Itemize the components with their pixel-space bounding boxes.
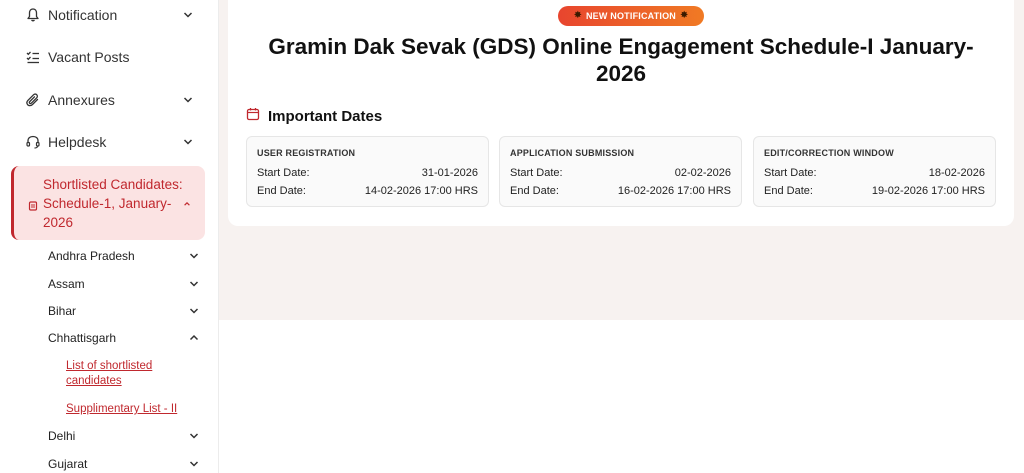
sidebar-item-shortlisted-candidates[interactable]: Shortlisted Candidates: Schedule-1, Janu… bbox=[11, 166, 205, 240]
new-notification-badge: ✸ NEW NOTIFICATION ✸ bbox=[558, 6, 704, 26]
chevron-down-icon bbox=[188, 250, 200, 262]
start-date-row: Start Date: 18-02-2026 bbox=[764, 167, 985, 179]
sidebar-subitem-chhattisgarh[interactable]: Chhattisgarh bbox=[48, 329, 200, 347]
sparkle-icon: ✸ bbox=[680, 10, 689, 21]
sidebar-subitem-label: Delhi bbox=[48, 429, 76, 443]
end-date-label: End Date: bbox=[510, 185, 559, 197]
list-check-icon bbox=[24, 48, 42, 66]
document-icon bbox=[28, 198, 38, 211]
chevron-down-icon bbox=[188, 458, 200, 470]
sidebar-subitem-delhi[interactable]: Delhi bbox=[48, 427, 200, 445]
chevron-up-icon bbox=[181, 198, 193, 210]
date-card-edit-correction-window: EDIT/CORRECTION WINDOW Start Date: 18-02… bbox=[753, 136, 996, 207]
end-date-label: End Date: bbox=[257, 185, 306, 197]
headset-icon bbox=[24, 133, 42, 151]
sidebar-item-notification[interactable]: Notification bbox=[24, 3, 194, 27]
sidebar-item-label: Vacant Posts bbox=[48, 49, 130, 65]
important-dates-heading: Important Dates bbox=[246, 107, 382, 126]
sidebar-subitem-label: Chhattisgarh bbox=[48, 331, 117, 345]
sidebar-item-label: Shortlisted Candidates: Schedule-1, Janu… bbox=[43, 177, 183, 230]
chevron-down-icon bbox=[182, 94, 194, 106]
date-card-title: EDIT/CORRECTION WINDOW bbox=[764, 148, 894, 158]
start-date-row: Start Date: 31-01-2026 bbox=[257, 167, 478, 179]
sidebar-item-label: Helpdesk bbox=[48, 134, 107, 150]
start-date-row: Start Date: 02-02-2026 bbox=[510, 167, 731, 179]
start-date-value: 18-02-2026 bbox=[928, 167, 985, 179]
sidebar-item-label: Notification bbox=[48, 7, 118, 23]
date-card-user-registration: USER REGISTRATION Start Date: 31-01-2026… bbox=[246, 136, 489, 207]
page-title: Gramin Dak Sevak (GDS) Online Engagement… bbox=[268, 34, 974, 86]
start-date-value: 31-01-2026 bbox=[421, 167, 478, 179]
calendar-icon bbox=[246, 107, 260, 126]
sidebar-item-label: Annexures bbox=[48, 92, 115, 108]
end-date-row: End Date: 16-02-2026 17:00 HRS bbox=[510, 185, 731, 197]
paperclip-icon bbox=[24, 91, 42, 109]
end-date-row: End Date: 19-02-2026 17:00 HRS bbox=[764, 185, 985, 197]
sparkle-icon: ✸ bbox=[573, 10, 582, 21]
start-date-label: Start Date: bbox=[257, 167, 310, 179]
link-list-of-shortlisted-candidates[interactable]: List of shortlisted candidates bbox=[66, 359, 196, 389]
sidebar-item-vacant-posts[interactable]: Vacant Posts bbox=[24, 45, 194, 69]
sidebar-subitem-label: Andhra Pradesh bbox=[48, 249, 135, 263]
sidebar-subitem-label: Bihar bbox=[48, 304, 77, 318]
notification-card: ✸ NEW NOTIFICATION ✸ Gramin Dak Sevak (G… bbox=[228, 0, 1014, 226]
main-content: ✸ NEW NOTIFICATION ✸ Gramin Dak Sevak (G… bbox=[219, 0, 1024, 473]
sidebar-subitem-andhra-pradesh[interactable]: Andhra Pradesh bbox=[48, 247, 200, 265]
chevron-down-icon bbox=[188, 278, 200, 290]
sidebar-item-annexures[interactable]: Annexures bbox=[24, 88, 194, 112]
badge-label: NEW NOTIFICATION bbox=[585, 11, 677, 21]
sidebar-subitem-bihar[interactable]: Bihar bbox=[48, 302, 200, 320]
sidebar-subitem-gujarat[interactable]: Gujarat bbox=[48, 455, 200, 473]
end-date-value: 14-02-2026 17:00 HRS bbox=[364, 185, 478, 197]
start-date-label: Start Date: bbox=[764, 167, 817, 179]
end-date-value: 16-02-2026 17:00 HRS bbox=[617, 185, 731, 197]
chevron-up-icon bbox=[188, 332, 200, 344]
section-title: Important Dates bbox=[268, 108, 383, 125]
date-card-title: USER REGISTRATION bbox=[257, 148, 356, 158]
sidebar-subitem-label: Gujarat bbox=[48, 457, 88, 471]
chevron-down-icon bbox=[188, 430, 200, 442]
end-date-value: 19-02-2026 17:00 HRS bbox=[871, 185, 985, 197]
sidebar-subitem-assam[interactable]: Assam bbox=[48, 275, 200, 293]
sidebar-item-helpdesk[interactable]: Helpdesk bbox=[24, 130, 194, 154]
sidebar-subitem-label: Assam bbox=[48, 277, 85, 291]
link-supplimentary-list-ii[interactable]: Supplimentary List - II bbox=[66, 402, 196, 417]
chevron-down-icon bbox=[188, 305, 200, 317]
chevron-down-icon bbox=[182, 136, 194, 148]
start-date-value: 02-02-2026 bbox=[674, 167, 731, 179]
chevron-down-icon bbox=[182, 9, 194, 21]
start-date-label: Start Date: bbox=[510, 167, 563, 179]
end-date-label: End Date: bbox=[764, 185, 813, 197]
end-date-row: End Date: 14-02-2026 17:00 HRS bbox=[257, 185, 478, 197]
date-card-application-submission: APPLICATION SUBMISSION Start Date: 02-02… bbox=[499, 136, 742, 207]
date-card-title: APPLICATION SUBMISSION bbox=[510, 148, 635, 158]
bell-icon bbox=[24, 6, 42, 24]
sidebar: Notification Vacant Posts Annexures Help… bbox=[0, 0, 219, 473]
